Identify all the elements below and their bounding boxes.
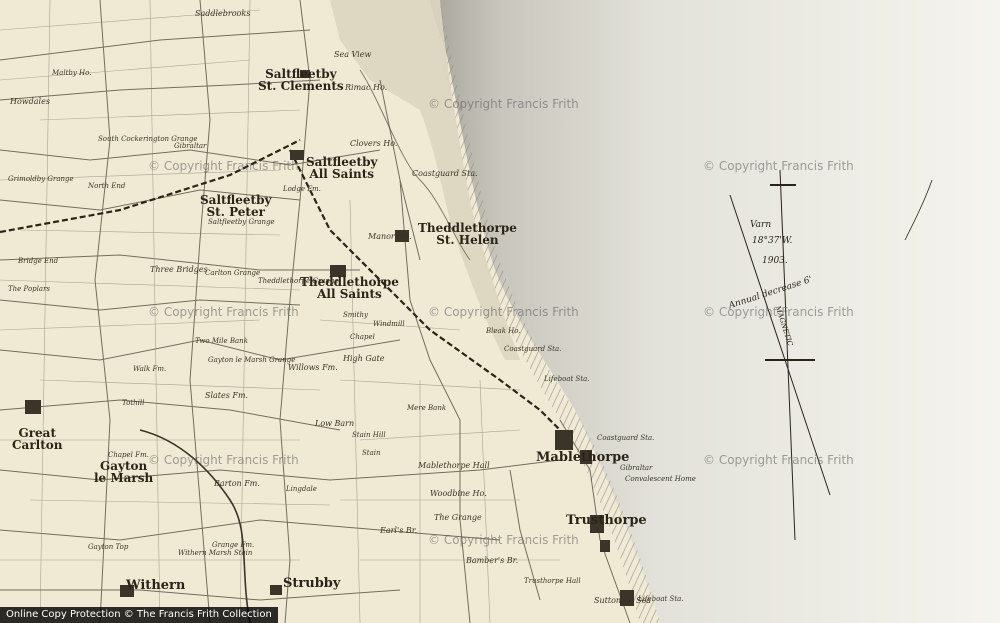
place-label: Trusthorpe Hall xyxy=(524,577,581,585)
watermark: © Copyright Francis Frith xyxy=(428,533,579,547)
place-label: Woodbine Ho. xyxy=(430,489,487,498)
watermark: © Copyright Francis Frith xyxy=(428,305,579,319)
place-label: Lodge Fm. xyxy=(283,185,321,193)
place-label: Manor Ho. xyxy=(368,232,412,241)
place-label: Slates Fm. xyxy=(205,391,249,400)
compass-variation: Varn xyxy=(750,220,772,230)
place-label: Three Bridges xyxy=(150,265,208,274)
place-label: Willows Fm. xyxy=(288,363,338,372)
compass-bearing: 18°37'W. xyxy=(752,236,793,246)
town-great-carlton: Great Carlton xyxy=(12,427,62,451)
place-label: Two Mile Bank xyxy=(195,337,248,345)
town-theddlethorpe-st-helen: Theddlethorpe St. Helen xyxy=(418,222,517,246)
place-label: Theddlethorpe Grange xyxy=(258,277,339,285)
place-label: Carlton Grange xyxy=(205,269,261,277)
place-label: Lifeboat Sta. xyxy=(544,375,590,383)
place-label: The Poplars xyxy=(8,285,51,293)
watermark: © Copyright Francis Frith xyxy=(148,453,299,467)
place-label: Earl's Br. xyxy=(380,526,418,535)
place-label: Stain Hill xyxy=(352,431,386,439)
place-label: Howdales xyxy=(10,97,50,106)
place-label: Windmill xyxy=(373,320,405,328)
place-label: Rimac Ho. xyxy=(345,83,388,92)
map-canvas[interactable]: Saltfleetby St. Clements Saltfleetby All… xyxy=(0,0,1000,623)
place-label: Mablethorpe Hall xyxy=(418,461,490,470)
place-label: Mere Bank xyxy=(407,404,447,412)
place-label: High Gate xyxy=(343,354,385,363)
place-label: Gayton le Marsh Grange xyxy=(208,356,296,364)
town-gayton-le-marsh: Gayton le Marsh xyxy=(94,460,153,484)
town-saltfleetby-all-saints: Saltfleetby All Saints xyxy=(306,156,377,180)
town-label-line: le Marsh xyxy=(94,471,154,485)
town-label-line: St. Clements xyxy=(258,79,344,93)
place-label: Maltby Ho. xyxy=(52,69,92,77)
place-label: Walk Fm. xyxy=(133,365,167,373)
place-label: Coastguard Sta. xyxy=(504,345,562,353)
place-label: Chapel Fm. xyxy=(108,451,149,459)
town-mablethorpe: Mablethorpe xyxy=(536,450,630,465)
place-label: Withern Marsh Stain xyxy=(178,549,253,557)
watermark: © Copyright Francis Frith xyxy=(428,97,579,111)
town-saltfleetby-st-peter: Saltfleetby St. Peter xyxy=(200,194,271,218)
town-label-line: All Saints xyxy=(317,287,382,301)
town-label-line: Carlton xyxy=(12,438,63,452)
place-label: Coastguard Sta. xyxy=(412,169,478,178)
place-label: Gibraltar xyxy=(620,464,653,472)
place-label: Convalescent Home xyxy=(625,475,696,483)
watermark: © Copyright Francis Frith xyxy=(148,159,299,173)
town-strubby: Strubby xyxy=(283,576,341,591)
place-label: Gayton Top xyxy=(88,543,129,551)
place-label: Sea View xyxy=(334,50,372,59)
watermark: © Copyright Francis Frith xyxy=(148,305,299,319)
town-label-line: St. Helen xyxy=(436,233,499,247)
place-label: Low Barn xyxy=(315,419,355,428)
place-label: Smithy xyxy=(343,311,368,319)
place-label: Clovers Ho. xyxy=(350,139,398,148)
place-label: Grimoldby Grange xyxy=(8,175,74,183)
place-label: Bleak Ho. xyxy=(486,327,521,335)
town-withern: Withern xyxy=(126,578,186,593)
town-label-line: All Saints xyxy=(309,167,375,181)
place-label: Lifeboat Sta. xyxy=(638,595,684,603)
watermark: © Copyright Francis Frith xyxy=(703,159,854,173)
watermark: © Copyright Francis Frith xyxy=(703,453,854,467)
watermark: © Copyright Francis Frith xyxy=(703,305,854,319)
town-trusthorpe: Trusthorpe xyxy=(566,513,647,528)
copy-protection-footer: Online Copy Protection © The Francis Fri… xyxy=(0,607,278,623)
place-label: Barton Fm. xyxy=(214,479,260,488)
place-label: Chapel xyxy=(350,333,375,341)
town-label-line: St. Peter xyxy=(206,205,265,219)
place-label: Grange Fm. xyxy=(212,541,255,549)
place-label: Lingdale xyxy=(286,485,317,493)
place-label: Stain xyxy=(362,449,381,457)
place-label: Gibraltar xyxy=(174,142,207,150)
place-label: Tothill xyxy=(122,399,145,407)
place-label: Bridge End xyxy=(18,257,59,265)
town-saltfleetby-st-clements: Saltfleetby St. Clements xyxy=(258,68,344,92)
place-label: The Grange xyxy=(434,513,482,522)
place-label: Saddlebrooks xyxy=(195,9,251,18)
place-label: Saltfleetby Grange xyxy=(208,218,275,226)
place-label: Coastguard Sta. xyxy=(597,434,655,442)
place-label: Bamber's Br. xyxy=(466,556,519,565)
compass-year: 1903. xyxy=(762,256,788,266)
place-label: North End xyxy=(88,182,126,190)
